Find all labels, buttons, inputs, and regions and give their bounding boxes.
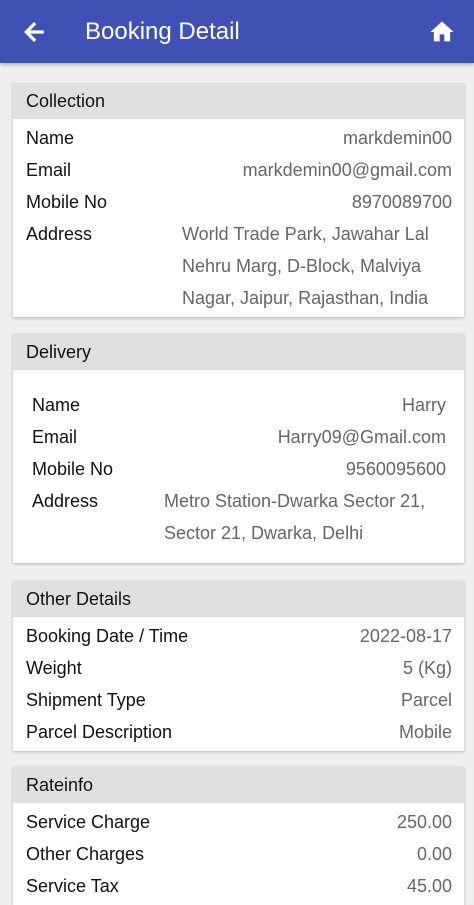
booking-date-value: 2022-08-17: [359, 626, 452, 646]
service-tax-value: 45.00: [406, 876, 452, 896]
delivery-card: Delivery Name Harry Email Harry09@Gmail.…: [13, 334, 464, 563]
delivery-address-value: Metro Station-Dwarka Sector 21, Sector 2…: [164, 491, 426, 543]
service-charge-row: Service Charge 250.00: [26, 806, 452, 838]
name-label: Name: [26, 128, 75, 148]
weight-value: 5 (Kg): [402, 658, 452, 678]
address-label: Address: [32, 491, 99, 511]
page-title: Booking Detail: [85, 18, 240, 45]
home-icon: [430, 21, 454, 42]
collection-header: Collection: [13, 83, 464, 119]
collection-email-row: Email markdemin00@gmail.com: [26, 154, 452, 186]
mobile-label: Mobile No: [26, 192, 108, 212]
weight-row: Weight 5 (Kg): [26, 652, 452, 684]
parcel-description-row: Parcel Description Mobile: [26, 716, 452, 748]
mobile-label: Mobile No: [32, 459, 114, 479]
other-charges-row: Other Charges 0.00: [26, 838, 452, 870]
delivery-email-row: Email Harry09@Gmail.com: [32, 421, 446, 453]
parcel-description-label: Parcel Description: [26, 722, 173, 742]
name-label: Name: [32, 395, 81, 415]
app-bar: Booking Detail: [0, 0, 474, 63]
shipment-type-label: Shipment Type: [26, 690, 146, 710]
collection-address-row: Address World Trade Park, Jawahar Lal Ne…: [26, 218, 452, 314]
delivery-address-row: Address Metro Station-Dwarka Sector 21, …: [32, 485, 446, 549]
collection-mobile-row: Mobile No 8970089700: [26, 186, 452, 218]
collection-address-value: World Trade Park, Jawahar Lal Nehru Marg…: [182, 224, 429, 308]
collection-name-row: Name markdemin00: [26, 122, 452, 154]
email-label: Email: [32, 427, 78, 447]
booking-date-row: Booking Date / Time 2022-08-17: [26, 620, 452, 652]
delivery-mobile-row: Mobile No 9560095600: [32, 453, 446, 485]
shipment-type-row: Shipment Type Parcel: [26, 684, 452, 716]
rateinfo-header: Rateinfo: [13, 767, 464, 803]
service-tax-row: Service Tax 45.00: [26, 870, 452, 902]
collection-name-value: markdemin00: [342, 128, 452, 148]
delivery-mobile-value: 9560095600: [345, 459, 446, 479]
delivery-name-row: Name Harry: [32, 389, 446, 421]
collection-card: Collection Name markdemin00 Email markde…: [13, 83, 464, 317]
address-label: Address: [26, 224, 93, 244]
service-charge-value: 250.00: [396, 812, 452, 832]
service-tax-label: Service Tax: [26, 876, 119, 896]
other-charges-label: Other Charges: [26, 844, 145, 864]
collection-email-value: markdemin00@gmail.com: [242, 160, 452, 180]
home-button[interactable]: [428, 18, 456, 46]
delivery-name-value: Harry: [402, 395, 446, 415]
other-details-header: Other Details: [13, 581, 464, 617]
other-charges-value: 0.00: [416, 844, 452, 864]
email-label: Email: [26, 160, 72, 180]
booking-date-label: Booking Date / Time: [26, 626, 189, 646]
weight-label: Weight: [26, 658, 82, 678]
parcel-description-value: Mobile: [398, 722, 452, 742]
other-details-card: Other Details Booking Date / Time 2022-0…: [13, 581, 464, 751]
delivery-header: Delivery: [13, 334, 464, 370]
back-button[interactable]: [20, 18, 48, 46]
rateinfo-card: Rateinfo Service Charge 250.00 Other Cha…: [13, 767, 464, 905]
collection-mobile-value: 8970089700: [351, 192, 452, 212]
shipment-type-value: Parcel: [400, 690, 452, 710]
arrow-back-icon: [24, 22, 44, 42]
delivery-email-value: Harry09@Gmail.com: [277, 427, 446, 447]
service-charge-label: Service Charge: [26, 812, 151, 832]
